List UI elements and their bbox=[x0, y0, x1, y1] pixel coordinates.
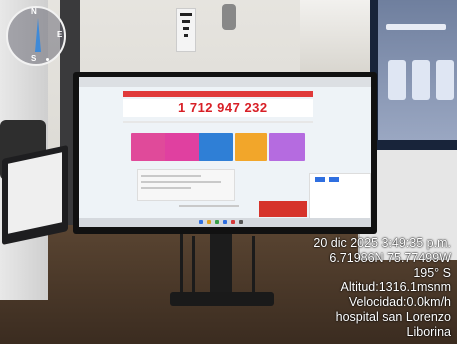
service-tile bbox=[199, 133, 233, 161]
stamp-speed: Velocidad:0.0km/h bbox=[348, 295, 451, 310]
phone-number: 1 712 947 232 bbox=[178, 100, 268, 115]
content-panel bbox=[137, 169, 235, 201]
gps-stamp: 20 dic 2025 3:49:35 p.m. 6.71986N 75.774… bbox=[251, 236, 451, 340]
compass-east-label: E bbox=[57, 30, 63, 39]
compass-overlay: N E S bbox=[6, 6, 66, 66]
right-monitor-screen bbox=[378, 0, 457, 140]
doorway bbox=[300, 0, 380, 80]
right-monitor bbox=[370, 0, 457, 150]
blue-button bbox=[315, 177, 325, 182]
service-tile bbox=[269, 133, 305, 161]
compass-north-label: N bbox=[31, 7, 37, 16]
monitor-screen: 1 712 947 232 bbox=[79, 77, 371, 227]
browser-toolbar bbox=[79, 77, 371, 87]
monitor-stand bbox=[210, 234, 232, 298]
stamp-location: hospital san Lorenzo bbox=[335, 309, 451, 324]
phone-row: 1 712 947 232 bbox=[123, 99, 313, 117]
compass-needle bbox=[35, 18, 41, 52]
compass-south-label: S bbox=[31, 54, 37, 63]
site-banner bbox=[123, 91, 313, 97]
wall-lamp bbox=[222, 4, 236, 30]
cable bbox=[180, 234, 183, 294]
tablet-device bbox=[2, 144, 68, 246]
stamp-town: Liborina bbox=[406, 324, 451, 339]
main-monitor: 1 712 947 232 bbox=[73, 72, 377, 234]
red-button bbox=[259, 201, 307, 217]
stamp-heading: 195° S bbox=[413, 265, 451, 280]
photo-scene: 1 712 947 232 N E S 20 dic 2025 3:49:35 … bbox=[0, 0, 457, 344]
stamp-coordinates: 6.71986N 75.77499W bbox=[329, 250, 451, 265]
eye-chart bbox=[176, 8, 196, 52]
service-tile bbox=[235, 133, 267, 161]
stamp-altitude: Altitud:1316.1msnm bbox=[340, 280, 451, 295]
stamp-datetime: 20 dic 2025 3:49:35 p.m. bbox=[313, 236, 451, 250]
blue-button bbox=[329, 177, 339, 182]
